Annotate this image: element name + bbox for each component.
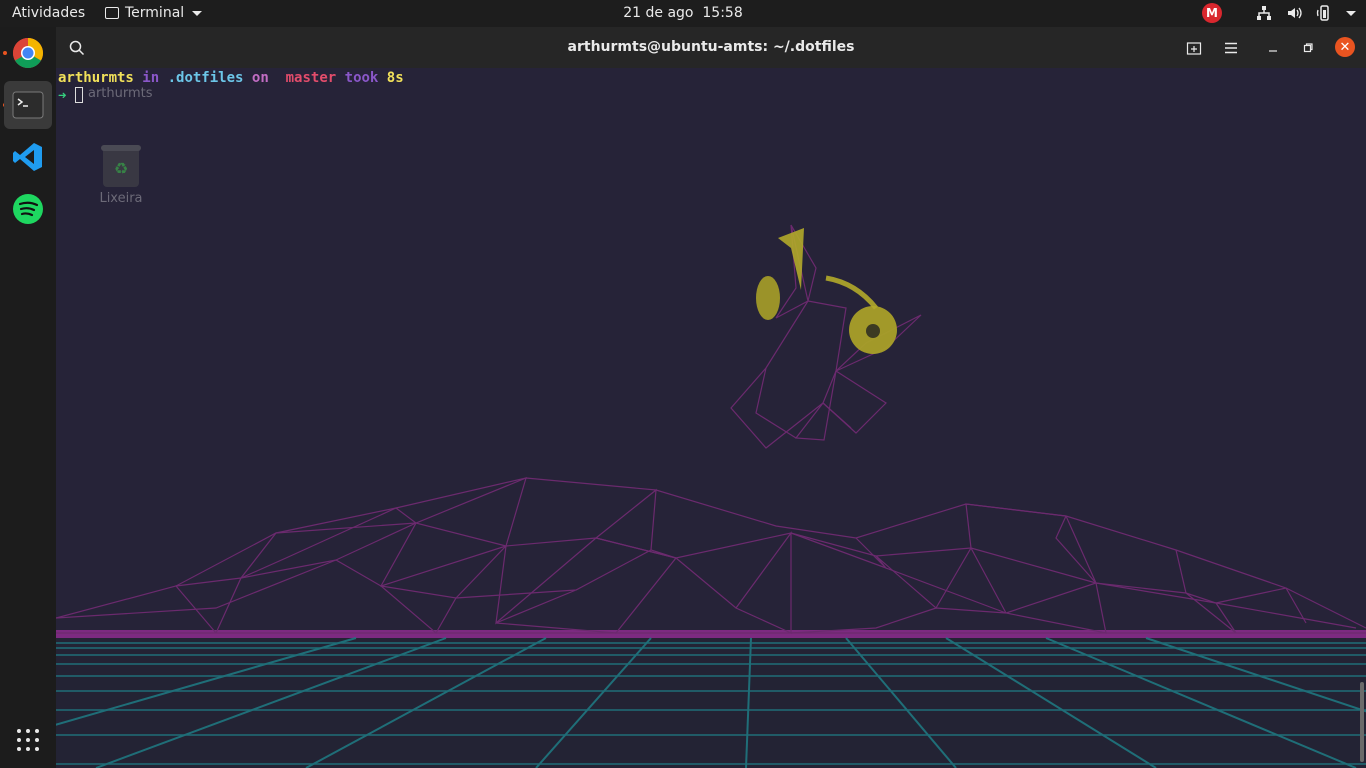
vscode-icon <box>13 143 42 171</box>
desktop-trash[interactable]: ♻ Lixeira <box>96 145 146 206</box>
terminal-cursor[interactable] <box>75 87 84 103</box>
grid-floor <box>56 638 1366 768</box>
prompt-took: took <box>344 70 379 86</box>
trash-icon: ♻ <box>101 145 141 187</box>
network-icon[interactable] <box>1256 5 1272 21</box>
dock-item-vscode[interactable] <box>4 133 52 181</box>
phone-battery-icon[interactable] <box>1316 5 1332 21</box>
clock: 21 de ago 15:58 <box>0 5 1366 21</box>
prompt-user: arthurmts <box>58 70 134 86</box>
top-bar: Atividades Terminal 21 de ago 15:58 M <box>0 0 1366 27</box>
minimize-button[interactable] <box>1264 39 1282 57</box>
shell-prompt: arthurmts in .dotfiles on master took 8s… <box>58 70 404 105</box>
prompt-arrow-icon: ➜ <box>58 88 67 104</box>
maximize-button[interactable] <box>1299 39 1317 57</box>
dock <box>0 27 56 768</box>
terminal-icon <box>12 91 44 119</box>
spotify-icon <box>13 194 43 224</box>
prompt-directory: .dotfiles <box>167 70 244 86</box>
chevron-down-icon[interactable] <box>1346 10 1356 16</box>
chevron-down-icon <box>192 10 203 16</box>
mega-icon[interactable]: M <box>1202 3 1222 23</box>
dock-item-terminal[interactable] <box>4 81 52 129</box>
app-menu-label: Terminal <box>125 5 185 21</box>
prompt-in: in <box>142 70 160 86</box>
restore-icon <box>1303 43 1313 53</box>
synthwave-wallpaper <box>56 224 1366 768</box>
system-tray: M <box>1202 3 1356 23</box>
terminal-body[interactable]: arthurmts ♻ Lixeira arthurmts in .dotfil… <box>56 68 1366 768</box>
dock-item-chrome[interactable] <box>4 29 52 77</box>
close-icon: ✕ <box>1339 39 1351 55</box>
prompt-duration: 8s <box>386 70 404 86</box>
new-tab-button[interactable] <box>1185 39 1203 57</box>
terminal-app-icon <box>105 7 119 19</box>
terminal-scrollbar[interactable] <box>1360 682 1364 762</box>
window-title: arthurmts@ubuntu-amts: ~/.dotfiles <box>567 39 855 55</box>
trash-label: Lixeira <box>99 191 143 206</box>
terminal-headerbar: arthurmts@ubuntu-amts: ~/.dotfiles ✕ <box>56 27 1366 68</box>
time-label: 15:58 <box>702 5 743 21</box>
hamburger-icon <box>1225 42 1237 54</box>
dock-item-spotify[interactable] <box>4 185 52 233</box>
search-icon <box>69 40 85 56</box>
horizon-line <box>56 630 1366 638</box>
chrome-icon <box>12 37 44 69</box>
new-tab-icon <box>1186 42 1202 55</box>
apps-grid-icon[interactable] <box>17 729 39 751</box>
minimize-icon <box>1269 50 1277 52</box>
mountain-wireframe <box>56 476 1366 634</box>
date-label: 21 de ago <box>623 5 694 21</box>
volume-icon[interactable] <box>1286 5 1302 21</box>
menu-button[interactable] <box>1222 39 1240 57</box>
headphones-graphic <box>756 228 897 354</box>
prompt-on: on <box>251 70 269 86</box>
clock-button[interactable]: 21 de ago 15:58 <box>623 5 743 21</box>
activities-button[interactable]: Atividades <box>12 5 85 21</box>
app-menu[interactable]: Terminal <box>105 5 203 21</box>
prompt-branch: master <box>285 70 337 86</box>
search-button[interactable] <box>68 39 86 57</box>
close-button[interactable]: ✕ <box>1335 37 1355 57</box>
